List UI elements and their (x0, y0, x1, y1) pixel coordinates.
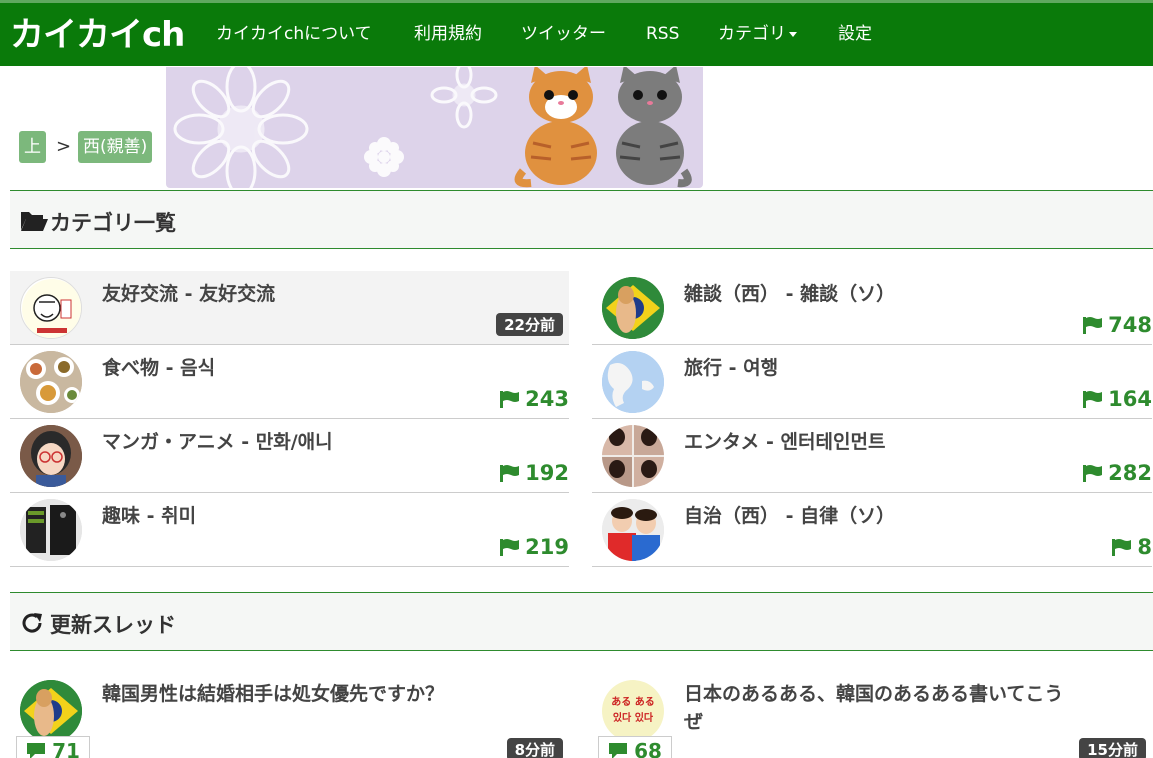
avatar-text: ある ある (611, 697, 655, 708)
thread-title: 日本のあるある、韓国のあるある書いてこうぜ (684, 680, 1063, 736)
nav-category-label: カテゴリ (718, 24, 786, 44)
thread-item[interactable]: ある ある 있다 있다 日本のあるある、韓国のあるある書いてこうぜ 68 15分… (592, 680, 1152, 758)
avatar: ある ある 있다 있다 (602, 680, 664, 742)
category-title: 雑談（西） - 雑談（ソ） (684, 283, 896, 305)
refresh-icon (20, 611, 44, 639)
flag-icon (1083, 317, 1103, 334)
nav-terms[interactable]: 利用規約 (414, 23, 482, 45)
flag-icon (1083, 391, 1103, 408)
thread-title: 韓国男性は結婚相手は処女優先ですか？ (102, 683, 445, 705)
flag-icon (500, 465, 520, 482)
updated-threads-header: 更新スレッド (10, 592, 1153, 651)
folder-open-icon (20, 209, 48, 235)
nav-settings[interactable]: 設定 (838, 23, 872, 45)
breadcrumb-separator: > (56, 136, 72, 157)
post-count: 192 (499, 461, 569, 485)
category-card[interactable]: マンガ・アニメ - 만화/애니 192 (10, 419, 569, 493)
comment-icon (609, 743, 628, 758)
category-title: 趣味 - 취미 (102, 505, 197, 527)
nav-category-dropdown[interactable]: カテゴリ (718, 23, 797, 45)
reply-count: 71 (16, 736, 90, 758)
time-badge: 22分前 (496, 313, 563, 336)
header-banner (166, 67, 703, 188)
post-count: 8 (1111, 535, 1152, 559)
nav-rss[interactable]: RSS (646, 23, 679, 45)
chevron-down-icon (789, 31, 797, 37)
banner-illustration (173, 67, 692, 188)
category-title: 友好交流 - 友好交流 (102, 283, 276, 305)
category-card[interactable]: 雑談（西） - 雑談（ソ） 748 (592, 271, 1152, 345)
time-badge: 15分前 (1079, 738, 1146, 758)
reply-count-value: 71 (52, 739, 80, 758)
category-card[interactable]: 自治（西） - 自律（ソ） 8 (592, 493, 1152, 567)
post-count-value: 243 (525, 387, 569, 411)
breadcrumb-up[interactable]: 上 (19, 131, 46, 163)
avatar (20, 425, 82, 487)
post-count: 243 (499, 387, 569, 411)
comment-icon (27, 743, 46, 758)
category-title: マンガ・アニメ - 만화/애니 (102, 431, 333, 453)
avatar (20, 351, 82, 413)
category-list-title: カテゴリ一覧 (50, 211, 176, 235)
category-list-header: カテゴリ一覧 (10, 190, 1153, 249)
post-count-value: 219 (525, 535, 569, 559)
thread-item[interactable]: 韓国男性は結婚相手は処女優先ですか？ 71 8分前 (10, 680, 569, 758)
category-card[interactable]: 旅行 - 여행 164 (592, 345, 1152, 419)
post-count-value: 748 (1108, 313, 1152, 337)
flag-icon (500, 539, 520, 556)
post-count: 282 (1082, 461, 1152, 485)
flag-icon (1112, 539, 1132, 556)
flag-icon (1083, 465, 1103, 482)
avatar (602, 425, 664, 487)
navbar: カイカイch カイカイchについて 利用規約 ツイッター RSS カテゴリ 設定 (0, 0, 1153, 66)
avatar-text: 있다 있다 (612, 713, 654, 724)
category-card[interactable]: 友好交流 - 友好交流 22分前 (10, 271, 569, 345)
reply-count: 68 (598, 736, 672, 758)
time-badge: 8分前 (506, 738, 563, 758)
category-card[interactable]: 食べ物 - 음식 243 (10, 345, 569, 419)
avatar (602, 351, 664, 413)
post-count-value: 8 (1137, 535, 1152, 559)
post-count-value: 192 (525, 461, 569, 485)
post-count: 748 (1082, 313, 1152, 337)
category-card[interactable]: 趣味 - 취미 219 (10, 493, 569, 567)
thread-title-line: ぜ (684, 711, 704, 733)
avatar (602, 499, 664, 561)
category-title: 食べ物 - 음식 (102, 357, 216, 379)
post-count: 219 (499, 535, 569, 559)
updated-threads-title: 更新スレッド (50, 613, 176, 637)
post-count: 164 (1082, 387, 1152, 411)
post-count-value: 282 (1108, 461, 1152, 485)
flag-icon (500, 391, 520, 408)
breadcrumb-current[interactable]: 西(親善) (78, 131, 153, 163)
post-count-value: 164 (1108, 387, 1152, 411)
nav-twitter[interactable]: ツイッター (521, 23, 606, 45)
reply-count-value: 68 (634, 739, 662, 758)
avatar (20, 499, 82, 561)
category-title: 旅行 - 여행 (684, 357, 779, 379)
avatar (20, 277, 82, 339)
nav-about[interactable]: カイカイchについて (216, 23, 372, 45)
category-title: 自治（西） - 自律（ソ） (684, 505, 896, 527)
category-title: エンタメ - 엔터테인먼트 (684, 431, 886, 453)
avatar (602, 277, 664, 339)
thread-title-line: 日本のあるある、韓国のあるある書いてこう (684, 683, 1064, 705)
avatar (20, 680, 82, 742)
site-logo[interactable]: カイカイch (10, 15, 185, 55)
category-card[interactable]: エンタメ - 엔터테인먼트 282 (592, 419, 1152, 493)
